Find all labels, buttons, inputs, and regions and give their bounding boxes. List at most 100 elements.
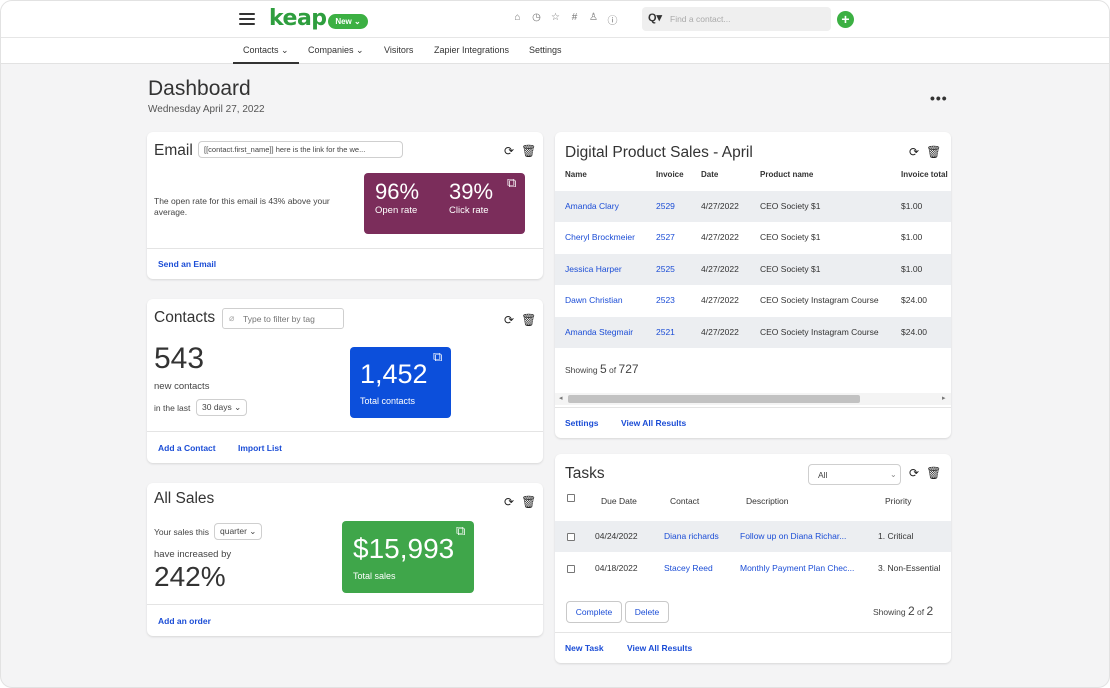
- nav-contacts[interactable]: Contacts ⌄: [243, 45, 289, 56]
- horizontal-scrollbar[interactable]: ◂ ▸: [555, 393, 951, 405]
- add-order-link[interactable]: Add an order: [158, 616, 211, 626]
- showing-prefix: Showing: [873, 607, 906, 617]
- external-link-icon[interactable]: ⧉: [456, 523, 465, 539]
- product-settings-link[interactable]: Settings: [565, 418, 599, 428]
- sales-card-footer: Add an order: [147, 604, 543, 636]
- tasks-filter-select[interactable]: All ⌄: [808, 464, 901, 485]
- tag-icon: ⌀: [229, 313, 235, 323]
- column-header-due-date[interactable]: Due Date: [601, 496, 637, 506]
- tasks-view-all-link[interactable]: View All Results: [627, 643, 692, 653]
- more-menu-icon[interactable]: •••: [930, 90, 948, 106]
- column-header-priority[interactable]: Priority: [885, 496, 911, 506]
- trash-icon[interactable]: 🗑: [926, 466, 941, 480]
- refresh-icon[interactable]: ⟳: [909, 145, 919, 159]
- send-email-link[interactable]: Send an Email: [158, 259, 216, 269]
- keap-logo[interactable]: keap: [269, 6, 327, 31]
- row-name[interactable]: Jessica Harper: [565, 264, 622, 274]
- sales-period-prefix: Your sales this: [154, 527, 209, 537]
- hash-icon[interactable]: #: [569, 12, 580, 27]
- sales-card-title: All Sales: [154, 490, 215, 507]
- add-contact-link[interactable]: Add a Contact: [158, 443, 216, 453]
- refresh-icon[interactable]: ⟳: [504, 495, 514, 509]
- delete-button[interactable]: Delete: [625, 601, 669, 623]
- task-checkbox[interactable]: [567, 565, 575, 573]
- complete-button[interactable]: Complete: [566, 601, 622, 623]
- row-date: 4/27/2022: [701, 295, 739, 305]
- user-icon[interactable]: ♙: [588, 12, 599, 27]
- add-button[interactable]: +: [837, 11, 854, 28]
- external-link-icon[interactable]: ⧉: [507, 175, 516, 191]
- row-invoice[interactable]: 2523: [656, 295, 675, 305]
- page-title: Dashboard: [148, 77, 251, 100]
- nav-companies[interactable]: Companies ⌄: [308, 45, 364, 56]
- column-header-contact[interactable]: Contact: [670, 496, 699, 506]
- showing-of: of: [609, 365, 617, 375]
- task-row: 04/18/2022 Stacey Reed Monthly Payment P…: [555, 553, 951, 584]
- scrollbar-thumb[interactable]: [568, 395, 860, 403]
- row-name[interactable]: Amanda Clary: [565, 201, 619, 211]
- task-description[interactable]: Monthly Payment Plan Chec...: [740, 563, 854, 573]
- row-invoice[interactable]: 2525: [656, 264, 675, 274]
- new-task-link[interactable]: New Task: [565, 643, 604, 653]
- import-list-link[interactable]: Import List: [238, 443, 282, 453]
- trash-icon[interactable]: 🗑: [926, 145, 941, 159]
- contacts-card-actions: ⟳ 🗑: [504, 313, 536, 327]
- app-frame: keap New ⌄ ⌂ ◷ ☆ # ♙ ⓘ Q▾ + Contacts ⌄ C…: [0, 0, 1110, 688]
- nav-zapier-integrations[interactable]: Zapier Integrations: [434, 45, 509, 55]
- row-name[interactable]: Cheryl Brockmeier: [565, 232, 635, 242]
- contacts-period-select[interactable]: 30 days ⌄: [196, 399, 248, 416]
- scroll-right-icon[interactable]: ▸: [942, 394, 946, 402]
- trash-icon[interactable]: 🗑: [521, 313, 536, 327]
- row-name[interactable]: Amanda Stegmair: [565, 327, 633, 337]
- table-row: Dawn Christian 2523 4/27/2022 CEO Societ…: [555, 285, 951, 316]
- tag-filter-input[interactable]: [243, 312, 339, 325]
- tasks-footer: New Task View All Results: [555, 632, 951, 663]
- new-contacts-label: new contacts: [154, 381, 210, 392]
- sales-period-value: quarter ⌄: [220, 526, 257, 536]
- trash-icon[interactable]: 🗑: [521, 495, 536, 509]
- product-showing-count: Showing 5 of 727: [565, 362, 639, 376]
- row-invoice[interactable]: 2521: [656, 327, 675, 337]
- total-sales-tile: $15,993 Total sales ⧉: [342, 521, 474, 593]
- product-sales-actions: ⟳ 🗑: [909, 145, 941, 159]
- email-select[interactable]: [[contact.first_name]] here is the link …: [198, 141, 403, 158]
- column-header-invoice-total[interactable]: Invoice total: [901, 170, 948, 179]
- new-button[interactable]: New ⌄: [328, 14, 368, 29]
- showing-prefix: Showing: [565, 365, 598, 375]
- task-description[interactable]: Follow up on Diana Richar...: [740, 531, 846, 541]
- task-contact[interactable]: Stacey Reed: [664, 563, 713, 573]
- contact-search: Q▾: [642, 7, 831, 31]
- column-header-product-name[interactable]: Product name: [760, 170, 813, 179]
- column-header-description[interactable]: Description: [746, 496, 789, 506]
- column-header-date[interactable]: Date: [701, 170, 718, 179]
- refresh-icon[interactable]: ⟳: [504, 144, 514, 158]
- task-contact[interactable]: Diana richards: [664, 531, 719, 541]
- hamburger-menu-icon[interactable]: [239, 13, 255, 25]
- row-invoice[interactable]: 2529: [656, 201, 675, 211]
- select-all-checkbox[interactable]: [567, 494, 575, 502]
- column-header-name[interactable]: Name: [565, 170, 587, 179]
- sales-period-select[interactable]: quarter ⌄: [214, 523, 263, 540]
- trash-icon[interactable]: 🗑: [521, 144, 536, 158]
- task-row: 04/24/2022 Diana richards Follow up on D…: [555, 521, 951, 552]
- star-icon[interactable]: ☆: [550, 12, 561, 27]
- external-link-icon[interactable]: ⧉: [433, 349, 442, 365]
- row-invoice[interactable]: 2527: [656, 232, 675, 242]
- help-icon[interactable]: ⓘ: [607, 12, 618, 27]
- table-row: Cheryl Brockmeier 2527 4/27/2022 CEO Soc…: [555, 222, 951, 253]
- history-icon[interactable]: ◷: [531, 12, 542, 27]
- task-checkbox[interactable]: [567, 533, 575, 541]
- scroll-left-icon[interactable]: ◂: [559, 394, 563, 402]
- product-view-all-link[interactable]: View All Results: [621, 418, 686, 428]
- row-total: $1.00: [901, 232, 923, 242]
- home-icon[interactable]: ⌂: [512, 12, 523, 27]
- search-icon[interactable]: Q▾: [648, 11, 662, 24]
- refresh-icon[interactable]: ⟳: [909, 466, 919, 480]
- nav-visitors[interactable]: Visitors: [384, 45, 413, 55]
- column-header-invoice[interactable]: Invoice: [656, 170, 684, 179]
- refresh-icon[interactable]: ⟳: [504, 313, 514, 327]
- row-name[interactable]: Dawn Christian: [565, 295, 623, 305]
- search-input[interactable]: [670, 11, 820, 27]
- nav-settings[interactable]: Settings: [529, 45, 562, 55]
- contacts-card-title: Contacts: [154, 309, 216, 326]
